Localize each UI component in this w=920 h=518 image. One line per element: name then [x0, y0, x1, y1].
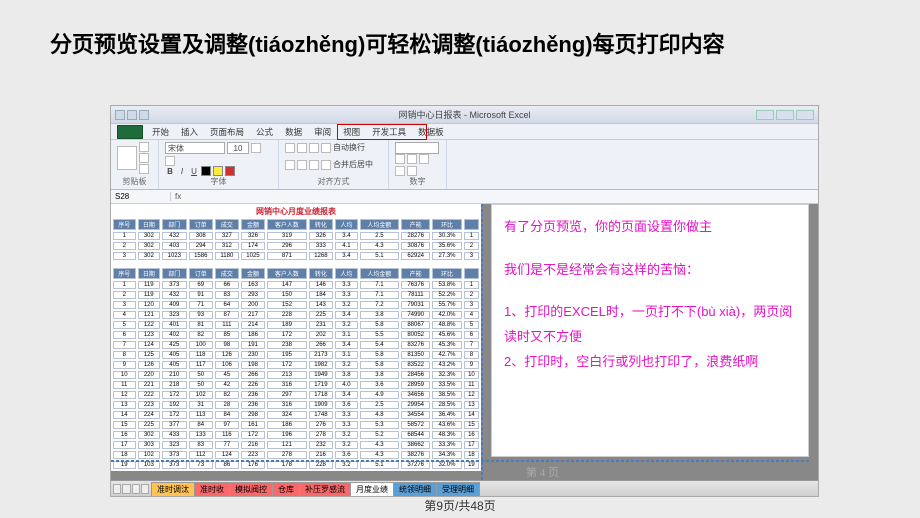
- ribbon-tabs[interactable]: 开始 插入 页面布局 公式 数据 审阅 视图 开发工具 数据板: [111, 124, 818, 140]
- page-watermark-4: 第 4 页: [526, 464, 559, 480]
- group-font: 字体: [165, 176, 272, 187]
- ribbon: 剪贴板 宋体 10 B I U 字体: [111, 140, 818, 190]
- excel-window: 网销中心日报表 - Microsoft Excel 开始 插入 页面布局 公式 …: [110, 105, 819, 497]
- annotation-callout: 有了分页预览，你的页面设置你做主 我们是不是经常会有这样的苦恼： 1、打印的EX…: [491, 204, 809, 457]
- align-center-icon[interactable]: [297, 160, 307, 170]
- sheet-tab-bar[interactable]: 准时调汰 准时收 模拟阀控 仓库 补压罗感流 月度业绩 统领明细 受理明细: [111, 480, 818, 496]
- font-color-icon[interactable]: [225, 166, 235, 176]
- page-break-horizontal[interactable]: [111, 460, 809, 462]
- border-icon[interactable]: [201, 166, 211, 176]
- callout-line3b: 2、打印时，空白行或列也打印了，浪费纸啊: [504, 350, 796, 375]
- group-clipboard: 剪贴板: [117, 176, 152, 187]
- dec-inc-icon[interactable]: [395, 166, 405, 176]
- sheet-tab-5[interactable]: 月度业绩: [350, 482, 394, 496]
- sheet-tab-1[interactable]: 准时收: [194, 482, 230, 496]
- titlebar: 网销中心日报表 - Microsoft Excel: [111, 106, 818, 124]
- underline-button[interactable]: U: [189, 167, 199, 176]
- paste-icon[interactable]: [117, 146, 137, 170]
- percent-icon[interactable]: [407, 154, 417, 164]
- qat-undo-icon[interactable]: [127, 110, 137, 120]
- sheet-tab-3[interactable]: 仓库: [272, 482, 300, 496]
- worksheet-area[interactable]: 网销中心月度业绩报表序号日期部门订单成交金额客户人数转化人均人均金额产能环比13…: [111, 204, 818, 480]
- indent-icon[interactable]: [321, 160, 331, 170]
- align-middle-icon[interactable]: [297, 143, 307, 153]
- group-align: 对齐方式: [285, 176, 382, 187]
- number-format-select[interactable]: [395, 142, 439, 154]
- copy-icon[interactable]: [139, 153, 149, 163]
- merge-center-button[interactable]: 合并后居中: [333, 159, 373, 170]
- maximize-icon[interactable]: [776, 110, 794, 120]
- align-bottom-icon[interactable]: [309, 143, 319, 153]
- minimize-icon[interactable]: [756, 110, 774, 120]
- align-left-icon[interactable]: [285, 160, 295, 170]
- callout-line3: 1、打印的EXCEL时，一页打不下(bù xià)，两页阅读时又不方便 2、打印…: [504, 300, 796, 374]
- slide-title: 分页预览设置及调整(tiáozhěng)可轻松调整(tiáozhěng)每页打印…: [50, 30, 870, 61]
- spreadsheet-table[interactable]: 网销中心月度业绩报表序号日期部门订单成交金额客户人数转化人均人均金额产能环比13…: [111, 204, 481, 471]
- sheet-tab-6[interactable]: 统领明细: [393, 482, 437, 496]
- font-size-select[interactable]: 10: [227, 142, 249, 154]
- sheet-tab-4[interactable]: 补压罗感流: [299, 482, 351, 496]
- file-tab[interactable]: [117, 125, 143, 139]
- tab-first-icon[interactable]: [113, 484, 121, 494]
- grow-font-icon[interactable]: [251, 143, 261, 153]
- orientation-icon[interactable]: [321, 143, 331, 153]
- tab-extra[interactable]: 数据板: [415, 125, 447, 139]
- tab-insert[interactable]: 插入: [178, 125, 201, 139]
- formula-bar[interactable]: S28 fx: [111, 190, 818, 204]
- sheet-tab-2[interactable]: 模拟阀控: [229, 482, 273, 496]
- quick-access-toolbar[interactable]: [115, 110, 149, 120]
- close-icon[interactable]: [796, 110, 814, 120]
- tab-view[interactable]: 视图: [340, 125, 363, 139]
- tab-review[interactable]: 审阅: [311, 125, 334, 139]
- tab-data[interactable]: 数据: [282, 125, 305, 139]
- font-name-select[interactable]: 宋体: [165, 142, 225, 154]
- tab-pagelayout[interactable]: 页面布局: [207, 125, 247, 139]
- sheet-tab-0[interactable]: 准时调汰: [151, 482, 195, 496]
- align-top-icon[interactable]: [285, 143, 295, 153]
- align-right-icon[interactable]: [309, 160, 319, 170]
- cut-icon[interactable]: [139, 142, 149, 152]
- group-number: 数字: [395, 176, 440, 187]
- tab-nav[interactable]: [111, 484, 151, 494]
- tab-developer[interactable]: 开发工具: [369, 125, 409, 139]
- bold-button[interactable]: B: [165, 167, 175, 176]
- shrink-font-icon[interactable]: [165, 156, 175, 166]
- wrap-text-button[interactable]: 自动换行: [333, 142, 365, 153]
- name-box[interactable]: S28: [111, 192, 171, 201]
- qat-save-icon[interactable]: [115, 110, 125, 120]
- callout-line2: 我们是不是经常会有这样的苦恼：: [504, 258, 796, 283]
- callout-line3a: 1、打印的EXCEL时，一页打不下(bù xià)，两页阅读时又不方便: [504, 300, 796, 349]
- fill-color-icon[interactable]: [213, 166, 223, 176]
- tab-last-icon[interactable]: [141, 484, 149, 494]
- tab-formulas[interactable]: 公式: [253, 125, 276, 139]
- tab-next-icon[interactable]: [132, 484, 140, 494]
- format-painter-icon[interactable]: [139, 164, 149, 174]
- sheet-tab-7[interactable]: 受理明细: [436, 482, 480, 496]
- italic-button[interactable]: I: [177, 167, 187, 176]
- fx-icon[interactable]: fx: [171, 192, 185, 201]
- tab-home[interactable]: 开始: [149, 125, 172, 139]
- qat-redo-icon[interactable]: [139, 110, 149, 120]
- comma-icon[interactable]: [419, 154, 429, 164]
- window-title: 网销中心日报表 - Microsoft Excel: [398, 108, 530, 121]
- dec-dec-icon[interactable]: [407, 166, 417, 176]
- currency-icon[interactable]: [395, 154, 405, 164]
- tab-prev-icon[interactable]: [122, 484, 130, 494]
- page-break-vertical[interactable]: [481, 204, 483, 480]
- callout-line1: 有了分页预览，你的页面设置你做主: [504, 215, 796, 240]
- slide-footer: 第9页/共48页: [0, 497, 920, 514]
